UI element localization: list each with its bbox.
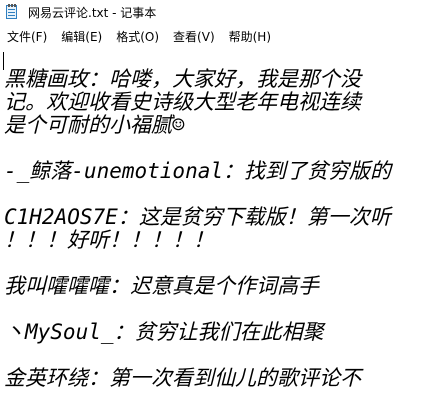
menu-format[interactable]: 格式(O) xyxy=(109,25,166,48)
editor-line: 金英环绕：第一次看到仙儿的歌评论不 xyxy=(4,366,361,390)
editor-line: 丶MySoul_：贫穷让我们在此相聚 xyxy=(4,320,324,344)
editor-text-content[interactable]: 黑糖画玫：哈喽，大家好，我是那个没 记。欢迎收看史诗级大型老年电视连续 是个可耐… xyxy=(4,68,391,390)
text-editor[interactable]: 黑糖画玫：哈喽，大家好，我是那个没 记。欢迎收看史诗级大型老年电视连续 是个可耐… xyxy=(0,48,436,419)
title-bar[interactable]: 网易云评论.txt - 记事本 xyxy=(0,0,436,24)
notepad-icon xyxy=(4,4,20,20)
window-title: 网易云评论.txt - 记事本 xyxy=(28,5,157,20)
menu-edit[interactable]: 编辑(E) xyxy=(54,25,109,48)
menu-view[interactable]: 查看(V) xyxy=(166,25,222,48)
editor-line: 是个可耐的小福腻☺ xyxy=(4,113,185,137)
editor-line: 黑糖画玫：哈喽，大家好，我是那个没 xyxy=(4,67,361,91)
menu-bar: 文件(F) 编辑(E) 格式(O) 查看(V) 帮助(H) xyxy=(0,24,436,48)
editor-line: -_鲸落-unemotional：找到了贫穷版的 xyxy=(4,159,392,183)
editor-line: 我叫嚯嚯嚯：迟意真是个作词高手 xyxy=(4,274,319,298)
editor-line: 记。欢迎收看史诗级大型老年电视连续 xyxy=(4,90,361,114)
menu-file[interactable]: 文件(F) xyxy=(0,25,54,48)
editor-line: ！！！好听！！！！！ xyxy=(4,228,214,252)
editor-line: C1H2AOS7E：这是贫穷下载版！第一次听 xyxy=(4,205,391,229)
menu-help[interactable]: 帮助(H) xyxy=(222,25,278,48)
